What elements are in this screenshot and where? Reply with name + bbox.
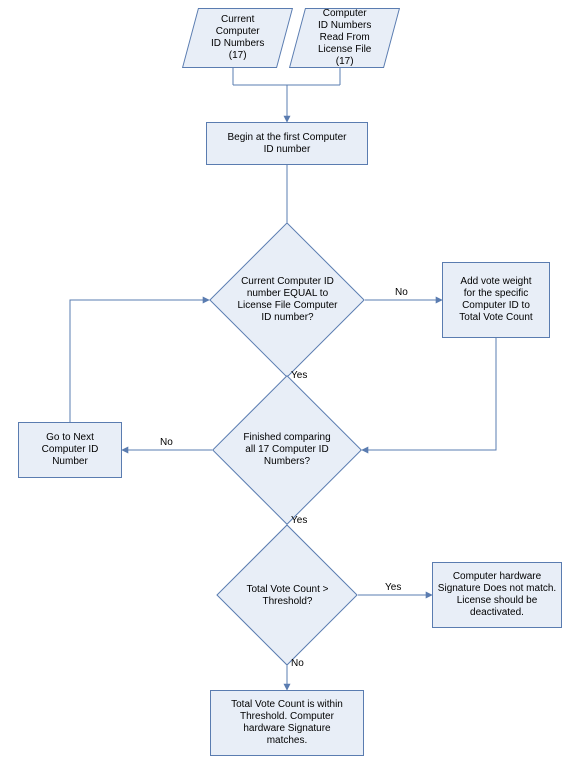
terminal-within-label: Total Vote Count is withinThreshold. Com… bbox=[231, 699, 343, 747]
process-go-next: Go to NextComputer IDNumber bbox=[18, 422, 122, 478]
edge-equal-no: No bbox=[395, 287, 408, 298]
edge-finished-yes: Yes bbox=[291, 515, 307, 526]
terminal-no-match-label: Computer hardwareSignature Does not matc… bbox=[438, 571, 556, 619]
process-begin: Begin at the first ComputerID number bbox=[206, 122, 368, 165]
terminal-within: Total Vote Count is withinThreshold. Com… bbox=[210, 690, 364, 756]
terminal-no-match: Computer hardwareSignature Does not matc… bbox=[432, 562, 562, 628]
input-current-ids: CurrentComputerID Numbers(17) bbox=[182, 8, 293, 68]
process-go-next-label: Go to NextComputer IDNumber bbox=[42, 432, 99, 468]
decision-equal-label: Current Computer IDnumber EQUAL toLicens… bbox=[237, 276, 337, 324]
input-current-ids-label: CurrentComputerID Numbers(17) bbox=[211, 14, 264, 62]
edge-equal-yes: Yes bbox=[291, 370, 307, 381]
process-begin-label: Begin at the first ComputerID number bbox=[228, 132, 347, 156]
decision-threshold-label: Total Vote Count >Threshold? bbox=[246, 584, 328, 608]
input-license-ids: ComputerID NumbersRead FromLicense File(… bbox=[289, 8, 400, 68]
decision-finished-label: Finished comparingall 17 Computer IDNumb… bbox=[243, 432, 330, 468]
input-license-ids-label: ComputerID NumbersRead FromLicense File(… bbox=[318, 8, 371, 68]
edge-threshold-no: No bbox=[291, 658, 304, 669]
edge-threshold-yes: Yes bbox=[385, 582, 401, 593]
edge-finished-no: No bbox=[160, 437, 173, 448]
process-add-vote-label: Add vote weightfor the specificComputer … bbox=[459, 276, 532, 324]
process-add-vote: Add vote weightfor the specificComputer … bbox=[442, 262, 550, 338]
